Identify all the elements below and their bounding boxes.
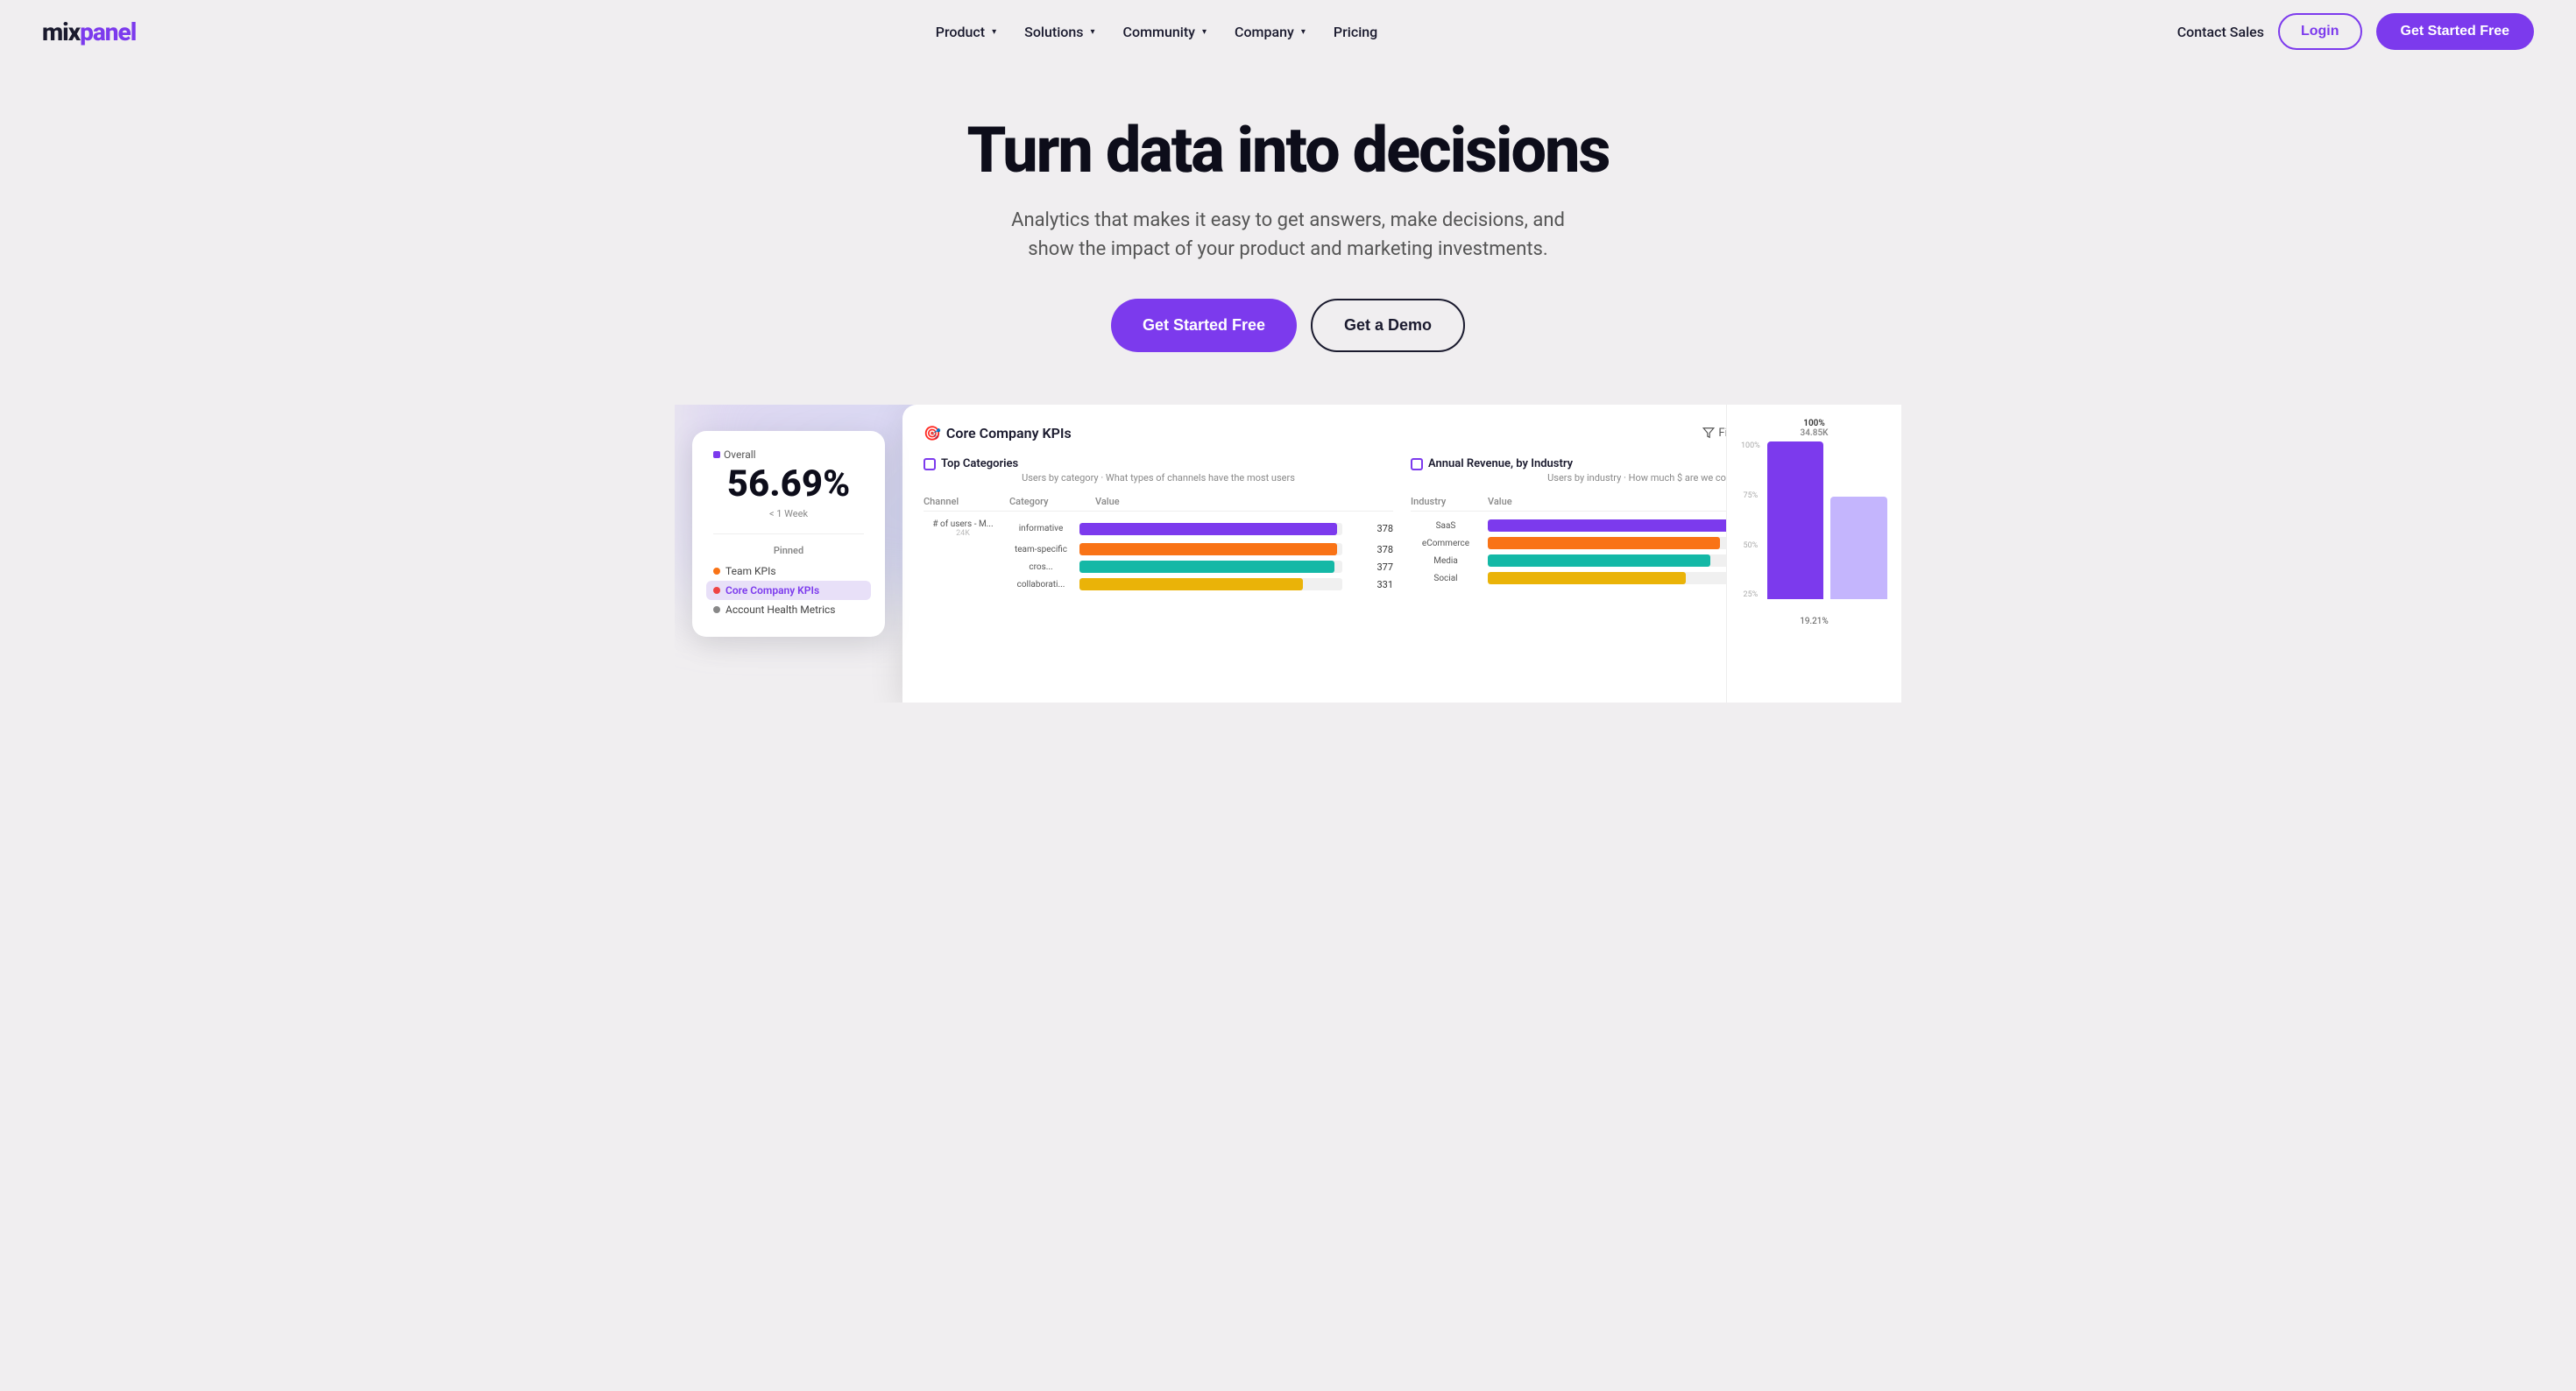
bar-fill-1 [1767,441,1824,599]
row-label: # of users - M... 24K [924,519,1002,538]
sidebar-item-label: Core Company KPIs [725,584,819,597]
sidebar-item-team-kpis[interactable]: Team KPIs [713,561,864,581]
row-value: 378 [1349,523,1393,534]
dashboard-icon: 🎯 [924,425,941,441]
bar [1079,578,1342,590]
sidebar-dot [713,568,720,575]
bar-column-1 [1767,441,1824,599]
logo-panel: panel [80,18,136,46]
row-value: 378 [1349,544,1393,555]
table1-title: Top Categories [924,457,1393,470]
hero-subtitle: Analytics that makes it easy to get answ… [990,206,1586,264]
sidebar-dot [713,606,720,613]
bar-fill [1488,572,1686,584]
nav-item-product[interactable]: Product ▾ [925,17,1007,47]
bar [1079,523,1342,535]
metric-dot [713,451,720,458]
category-label: informative [1009,524,1072,533]
nav-links: Product ▾ Solutions ▾ Community ▾ Compan… [925,17,1388,47]
bar-fill [1079,561,1334,573]
table-row: cros... 377 [924,558,1393,575]
login-button[interactable]: Login [2278,13,2362,50]
chevron-down-icon: ▾ [1091,27,1095,37]
bar-chart-panel: 100% 34.85K 100% 75% 50% 25% [1726,405,1901,703]
bar [1079,561,1342,573]
hero-dashboard: Overall 56.69% < 1 Week Pinned Team KPIs… [675,405,1901,703]
th-category[interactable]: Category [1009,496,1088,507]
get-demo-button[interactable]: Get a Demo [1311,299,1465,352]
th-channel[interactable]: Channel [924,496,1002,507]
metric-card: Overall 56.69% < 1 Week Pinned Team KPIs… [692,431,885,637]
row-value: 331 [1349,579,1393,590]
logo-mix: mix [42,18,80,46]
nav-item-pricing[interactable]: Pricing [1323,17,1388,47]
table2-checkbox-icon [1411,458,1423,470]
metric-label: Overall [713,448,864,461]
row-label: Media [1411,556,1481,566]
th-industry[interactable]: Industry [1411,496,1481,507]
bar-fill [1079,523,1337,535]
hero-title: Turn data into decisions [894,116,1682,185]
metric-value: 56.69% [713,464,864,505]
bar [1079,543,1342,555]
pinned-label: Pinned [713,545,864,556]
bar-chart: 100% 75% 50% 25% [1741,441,1887,617]
category-label: team-specific [1009,545,1072,554]
table1-subtitle: Users by category · What types of channe… [924,472,1393,484]
contact-sales-link[interactable]: Contact Sales [2177,24,2264,40]
bar-fill [1488,537,1720,549]
table-row: team-specific 378 [924,540,1393,558]
chevron-down-icon: ▾ [1301,27,1306,37]
row-value: 377 [1349,561,1393,573]
th-val[interactable]: Value [1488,496,1540,507]
dashboard-title-text: Core Company KPIs [946,425,1072,441]
navbar: mixpanel Product ▾ Solutions ▾ Community… [0,0,2576,63]
bar-column-2 [1830,441,1887,599]
nav-item-solutions[interactable]: Solutions ▾ [1014,17,1105,47]
logo[interactable]: mixpanel [42,18,136,46]
table-row: # of users - M... 24K informative 378 [924,517,1393,540]
bars-container [1767,441,1887,617]
get-started-hero-button[interactable]: Get Started Free [1111,299,1297,352]
bar-fill-2 [1830,497,1887,599]
bar-fill [1079,578,1303,590]
category-label: collaborati... [1009,580,1072,590]
chart-bottom-label: 19.21% [1741,617,1887,626]
row-label: SaaS [1411,521,1481,531]
table1-header: Channel Category Value [924,492,1393,512]
chevron-down-icon: ▾ [992,27,996,37]
top-categories-section: Top Categories Users by category · What … [924,457,1393,593]
hero-section: Turn data into decisions Analytics that … [0,63,2576,703]
sidebar-dot [713,587,720,594]
sidebar-item-label: Account Health Metrics [725,604,835,616]
dashboard-title: 🎯 Core Company KPIs [924,425,1072,441]
row-label: eCommerce [1411,539,1481,548]
sidebar-item-account-health[interactable]: Account Health Metrics [713,600,864,619]
bar-fill [1488,554,1710,567]
chevron-down-icon: ▾ [1202,27,1207,37]
nav-actions: Contact Sales Login Get Started Free [2177,13,2534,50]
bar-fill [1079,543,1337,555]
chart-top-label: 100% 34.85K [1741,419,1887,438]
sidebar-item-core-kpis[interactable]: Core Company KPIs [706,581,871,600]
sidebar-items: Pinned Team KPIs Core Company KPIs Accou… [713,533,864,619]
metric-period: < 1 Week [713,508,864,519]
table1-checkbox-icon [924,458,936,470]
sidebar-item-label: Team KPIs [725,565,776,577]
nav-item-community[interactable]: Community ▾ [1113,17,1217,47]
y-axis: 100% 75% 50% 25% [1741,441,1767,617]
hero-buttons: Get Started Free Get a Demo [18,299,2558,352]
get-started-nav-button[interactable]: Get Started Free [2376,13,2534,50]
nav-item-company[interactable]: Company ▾ [1224,17,1316,47]
table-row: collaborati... 331 [924,575,1393,593]
th-value[interactable]: Value [1095,496,1148,507]
category-label: cros... [1009,562,1072,572]
row-label: Social [1411,574,1481,583]
